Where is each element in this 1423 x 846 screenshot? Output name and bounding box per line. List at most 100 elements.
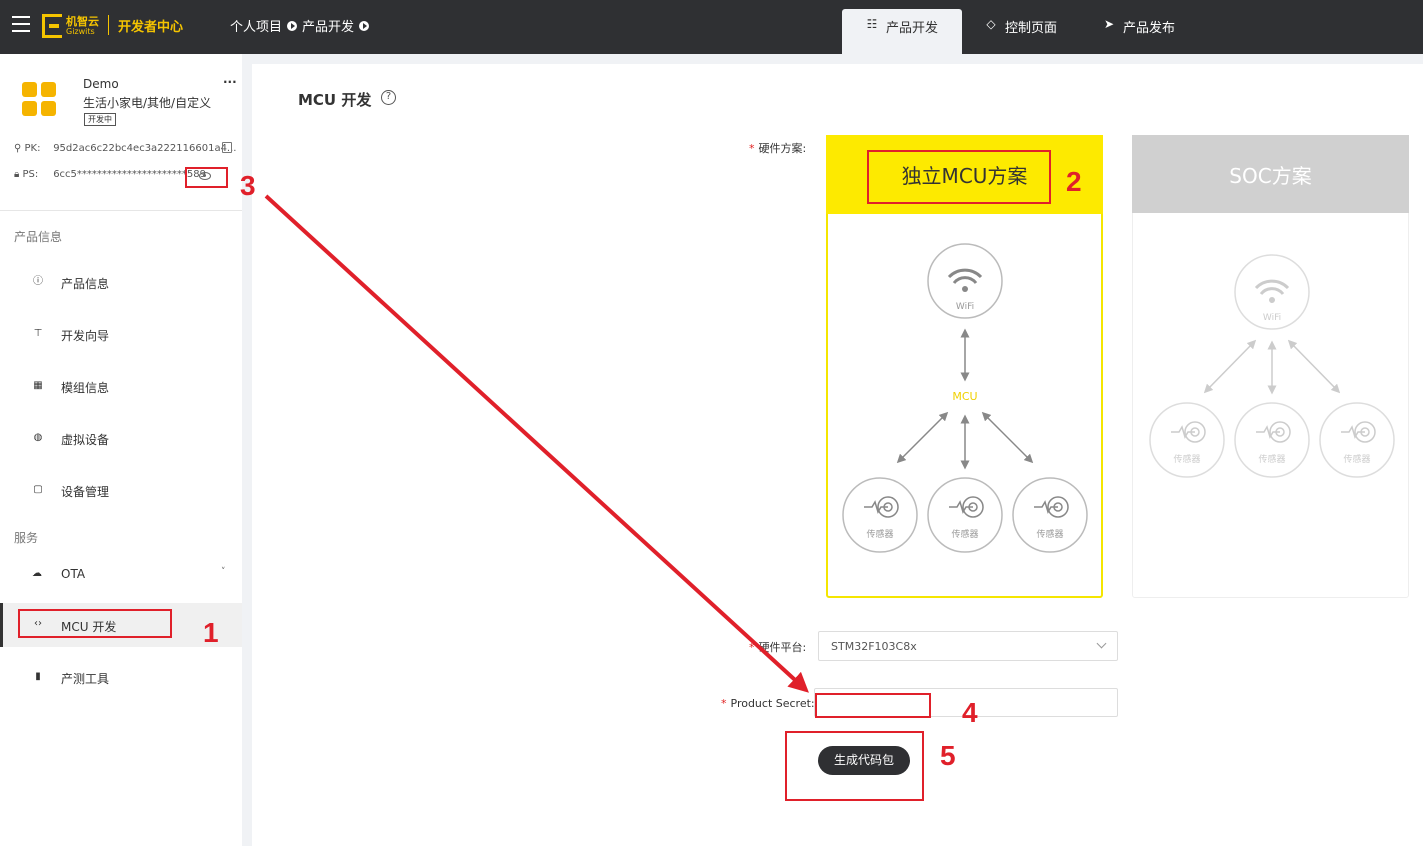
top-bar: 机智云 Gizwits 开发者中心 个人项目 产品开发 ☷ 产品开发 ◇ 控制页… xyxy=(0,0,1423,54)
svg-text:传感器: 传感器 xyxy=(1343,453,1370,465)
send-icon: ➤ xyxy=(1103,17,1115,31)
chevron-right-icon xyxy=(287,20,298,31)
platform-selected-value: STM32F103C8x xyxy=(831,640,917,653)
sidebar-item-test-tool[interactable]: ▮ 产测工具 xyxy=(0,658,242,698)
hardware-label: * 硬件方案: xyxy=(749,142,807,155)
secret-label: * Product Secret: xyxy=(721,697,815,710)
svg-text:传感器: 传感器 xyxy=(866,528,893,540)
pk-label: PK: xyxy=(24,143,41,154)
tool-icon: ▮ xyxy=(35,671,41,682)
grid-icon: ▦ xyxy=(33,380,43,391)
menu-icon[interactable] xyxy=(12,16,30,32)
tab-label: 产品开发 xyxy=(886,21,939,36)
globe-icon: ◍ xyxy=(33,432,43,443)
sliders-icon: ☷ xyxy=(866,17,878,31)
signpost-icon: ⊤ xyxy=(33,328,43,339)
breadcrumb: 个人项目 产品开发 xyxy=(230,16,374,35)
svg-text:WiFi: WiFi xyxy=(1263,313,1281,323)
sidebar-item-dev-guide[interactable]: ⊤ 开发向导 xyxy=(0,315,242,355)
sidebar-item-label: 开发向导 xyxy=(61,329,110,343)
pk-value: 95d2ac6c22bc4ec3a222116601a4... xyxy=(53,143,237,154)
annotation-number-1: 1 xyxy=(203,617,219,648)
status-badge: 开发中 xyxy=(84,113,116,126)
sidebar-item-label: 虚拟设备 xyxy=(61,433,110,447)
mcu-topology-diagram: WiFi MCU 传感器 传感器 传感器 xyxy=(842,243,1088,553)
pk-row: ⚲ PK: 95d2ac6c22bc4ec3a222116601a4... xyxy=(14,143,236,154)
platform-label: * 硬件平台: xyxy=(749,641,807,654)
breadcrumb-product-dev[interactable]: 产品开发 xyxy=(302,16,354,35)
logo-mark xyxy=(42,14,62,38)
sensor-node: 传感器 xyxy=(1149,402,1225,478)
annotation-number-5: 5 xyxy=(940,740,956,771)
sensor-node: 传感器 xyxy=(927,477,1003,553)
app-icon xyxy=(22,82,58,118)
tab-label: 控制页面 xyxy=(1005,21,1058,36)
clipboard-icon: ▢ xyxy=(33,484,43,495)
sensor-node: 传感器 xyxy=(1012,477,1088,553)
svg-text:传感器: 传感器 xyxy=(1173,453,1200,465)
cloud-icon: ☁ xyxy=(32,568,42,579)
main-panel: MCU 开发 ? * 硬件方案: 独立MCU方案 WiFi MCU 传感器 传感… xyxy=(252,64,1423,846)
annotation-number-3: 3 xyxy=(240,170,256,201)
sidebar-item-label: 模组信息 xyxy=(61,381,110,395)
breadcrumb-personal-project[interactable]: 个人项目 xyxy=(230,16,282,35)
ps-row: 🔒︎ PS: 6cc5**********************589 xyxy=(14,169,206,180)
sidebar-item-label: 设备管理 xyxy=(61,485,110,499)
tab-control-page[interactable]: ◇ 控制页面 xyxy=(983,9,1083,54)
sidebar-item-product-info[interactable]: ⓘ 产品信息 xyxy=(0,263,242,303)
hardware-platform-select[interactable]: STM32F103C8x xyxy=(818,631,1118,661)
page-title: MCU 开发 xyxy=(298,91,372,109)
tab-label: 产品发布 xyxy=(1123,21,1176,36)
sensor-node: 传感器 xyxy=(842,477,918,553)
svg-text:WiFi: WiFi xyxy=(956,302,974,312)
mcu-solution-card[interactable]: 独立MCU方案 WiFi MCU 传感器 传感器 传感器 xyxy=(826,135,1103,598)
logo-divider xyxy=(108,15,109,35)
sidebar-item-ota[interactable]: ☁ OTA ˅ xyxy=(0,555,242,595)
tab-product-dev[interactable]: ☷ 产品开发 xyxy=(842,9,962,54)
sidebar-item-label: 产测工具 xyxy=(61,672,110,686)
annotation-box-5 xyxy=(785,731,924,801)
annotation-box-1 xyxy=(18,609,172,638)
tab-product-release[interactable]: ➤ 产品发布 xyxy=(1101,9,1201,54)
annotation-number-4: 4 xyxy=(962,697,978,728)
annotation-number-2: 2 xyxy=(1066,166,1082,197)
copy-icon[interactable] xyxy=(222,142,232,153)
svg-text:传感器: 传感器 xyxy=(1036,528,1063,540)
sidebar-item-device-mgmt[interactable]: ▢ 设备管理 xyxy=(0,471,242,511)
more-icon[interactable]: ... xyxy=(223,72,237,86)
chevron-down-icon: ˅ xyxy=(221,567,226,577)
hardware-label-text: 硬件方案: xyxy=(758,142,807,155)
diamond-icon: ◇ xyxy=(986,17,996,31)
sidebar-item-virtual-device[interactable]: ◍ 虚拟设备 xyxy=(0,419,242,459)
help-icon[interactable]: ? xyxy=(381,90,396,105)
divider xyxy=(0,210,242,211)
gizwits-logo[interactable]: 机智云 Gizwits xyxy=(42,12,102,40)
sensor-node: 传感器 xyxy=(1234,402,1310,478)
info-icon: ⓘ xyxy=(33,276,43,287)
chevron-down-icon xyxy=(1096,638,1107,649)
section-service: 服务 xyxy=(14,531,39,545)
section-product-info: 产品信息 xyxy=(14,230,63,244)
svg-text:传感器: 传感器 xyxy=(951,528,978,540)
chevron-right-icon xyxy=(359,20,370,31)
lock-icon-label: 🔒︎ PS: xyxy=(14,169,39,180)
sidebar-item-label: OTA xyxy=(61,567,86,581)
app-name: Demo xyxy=(83,77,119,91)
soc-card-title: SOC方案 xyxy=(1132,135,1409,213)
ps-label: PS: xyxy=(22,169,39,180)
secret-label-text: Product Secret: xyxy=(730,697,815,710)
key-icon-label: ⚲ PK: xyxy=(14,143,41,154)
platform-label-text: 硬件平台: xyxy=(758,641,807,654)
developer-center-title: 开发者中心 xyxy=(118,20,184,35)
sidebar-item-module-info[interactable]: ▦ 模组信息 xyxy=(0,367,242,407)
sensor-node: 传感器 xyxy=(1319,402,1395,478)
svg-text:传感器: 传感器 xyxy=(1258,453,1285,465)
svg-text:MCU: MCU xyxy=(952,390,977,403)
annotation-box-2 xyxy=(867,150,1051,204)
sidebar-item-label: 产品信息 xyxy=(61,277,110,291)
logo-subtext: Gizwits xyxy=(66,27,95,36)
annotation-box-3 xyxy=(185,167,228,188)
annotation-box-4 xyxy=(815,693,931,718)
app-category: 生活小家电/其他/自定义 xyxy=(83,96,212,110)
soc-solution-card[interactable]: SOC方案 WiFi 传感器 传感器 传感器 xyxy=(1132,135,1409,598)
